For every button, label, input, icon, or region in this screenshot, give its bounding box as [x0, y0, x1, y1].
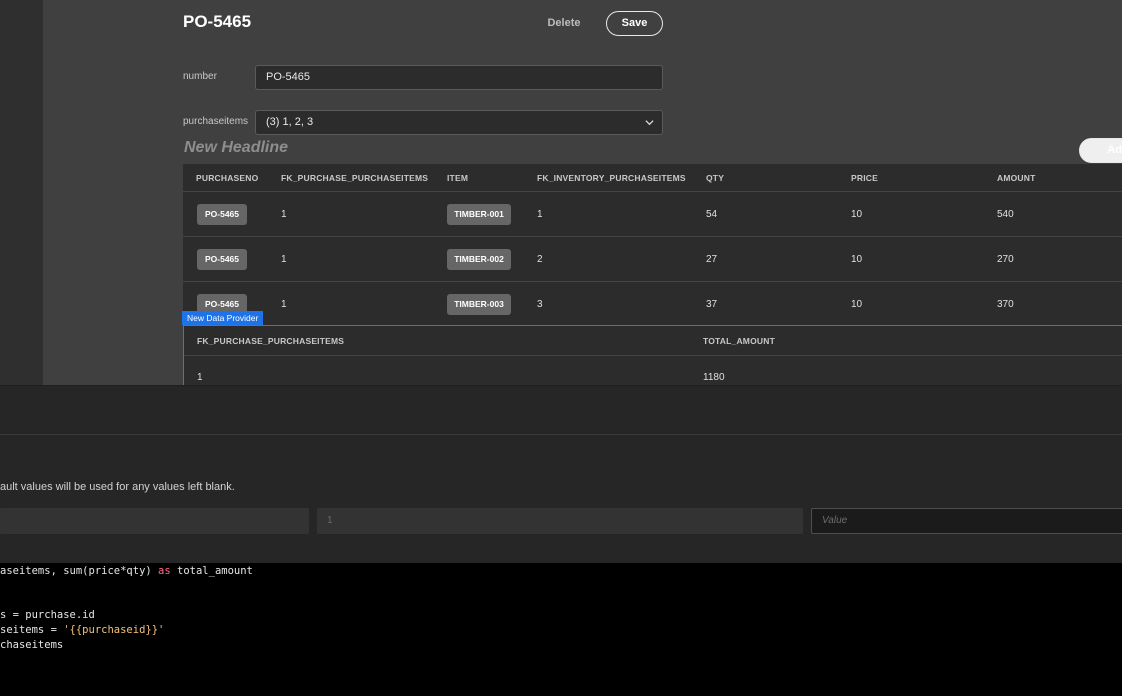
- table-cell: 1: [537, 209, 543, 220]
- table-row[interactable]: PO-5465 1 TIMBER-002 2 27 10 270: [183, 237, 1122, 282]
- table-cell: 3: [537, 299, 543, 310]
- table-cell: 10: [851, 209, 863, 220]
- code-line: chaseitems: [0, 639, 64, 651]
- table-cell: 370: [997, 299, 1014, 310]
- col-item: ITEM: [447, 173, 469, 183]
- item-chip[interactable]: TIMBER-001: [447, 204, 511, 225]
- table-cell: 10: [851, 299, 863, 310]
- code-text: aseitems, sum(price*qty): [0, 565, 159, 577]
- left-rail: [0, 0, 43, 385]
- table-cell: 540: [997, 209, 1014, 220]
- purchaseitems-select[interactable]: (3) 1, 2, 3: [255, 110, 663, 135]
- number-field[interactable]: PO-5465: [255, 65, 663, 90]
- table-row: 1 1180: [184, 356, 1122, 385]
- data-provider-tag[interactable]: New Data Provider: [182, 311, 263, 325]
- param-default-field[interactable]: 1: [317, 508, 803, 534]
- code-text: total_amount: [170, 565, 253, 577]
- data-provider-table[interactable]: FK_PURCHASE_PURCHASEITEMS TOTAL_AMOUNT 1…: [183, 325, 1122, 385]
- table-cell: 2: [537, 254, 543, 265]
- code-string: '{{purchaseid}}': [63, 624, 165, 636]
- code-line: aseitems, sum(price*qty) as total_amount: [0, 565, 253, 577]
- app-root: { "page": { "title": "PO-5465", "delete_…: [0, 0, 1122, 696]
- item-chip[interactable]: TIMBER-003: [447, 294, 511, 315]
- code-text: seitems =: [0, 624, 64, 636]
- col-qty: QTY: [706, 173, 725, 183]
- table-cell: 27: [706, 254, 718, 265]
- table-cell: 54: [706, 209, 718, 220]
- table-cell: 10: [851, 254, 863, 265]
- table-cell: 1: [281, 254, 287, 265]
- param-name-field[interactable]: [0, 508, 309, 534]
- delete-button[interactable]: Delete: [540, 12, 588, 34]
- table-cell: 1: [281, 209, 287, 220]
- col-price: PRICE: [851, 173, 878, 183]
- page-title: PO-5465: [183, 12, 252, 31]
- chevron-down-icon: [645, 120, 654, 126]
- purchaseno-chip[interactable]: PO-5465: [197, 204, 247, 225]
- purchaseitems-label: purchaseitems: [183, 116, 249, 127]
- table-row[interactable]: PO-5465 1 TIMBER-001 1 54 10 540: [183, 192, 1122, 237]
- table-cell: 270: [997, 254, 1014, 265]
- save-button[interactable]: Save: [606, 11, 663, 36]
- code-line: s = purchase.id: [0, 609, 95, 621]
- table-cell: 1: [197, 372, 203, 383]
- table-header: PURCHASENO FK_PURCHASE_PURCHASEITEMS ITE…: [183, 164, 1122, 192]
- purchaseno-chip[interactable]: PO-5465: [197, 249, 247, 270]
- col-fk-inventory: FK_INVENTORY_PURCHASEITEMS: [537, 173, 686, 183]
- purchaseitems-value: (3) 1, 2, 3: [266, 116, 314, 128]
- table-cell: 1180: [703, 372, 725, 383]
- bottom-toolbar: [0, 385, 1122, 435]
- col-purchaseno: PURCHASENO: [196, 173, 259, 183]
- purchase-items-table: PURCHASENO FK_PURCHASE_PURCHASEITEMS ITE…: [183, 164, 1122, 325]
- code-keyword: as: [158, 565, 171, 577]
- table-row[interactable]: PO-5465 1 TIMBER-003 3 37 10 370: [183, 282, 1122, 325]
- default-values-hint: ault values will be used for any values …: [0, 481, 235, 493]
- col-total-amount: TOTAL_AMOUNT: [703, 336, 775, 346]
- table-cell: 1: [281, 299, 287, 310]
- param-value-field[interactable]: Value: [811, 508, 1122, 534]
- headline[interactable]: New Headline: [184, 139, 288, 157]
- col-fk-purchase: FK_PURCHASE_PURCHASEITEMS: [197, 336, 345, 346]
- item-chip[interactable]: TIMBER-002: [447, 249, 511, 270]
- table-cell: 37: [706, 299, 718, 310]
- add-button[interactable]: Add: [1079, 138, 1122, 163]
- code-line: seitems = '{{purchaseid}}': [0, 624, 164, 636]
- number-label: number: [183, 71, 217, 82]
- col-fk-purchase: FK_PURCHASE_PURCHASEITEMS: [281, 173, 429, 183]
- table-header: FK_PURCHASE_PURCHASEITEMS TOTAL_AMOUNT: [184, 326, 1122, 356]
- sql-editor[interactable]: aseitems, sum(price*qty) as total_amount…: [0, 563, 1122, 696]
- query-panel: [0, 435, 1122, 563]
- col-amount: AMOUNT: [997, 173, 1036, 183]
